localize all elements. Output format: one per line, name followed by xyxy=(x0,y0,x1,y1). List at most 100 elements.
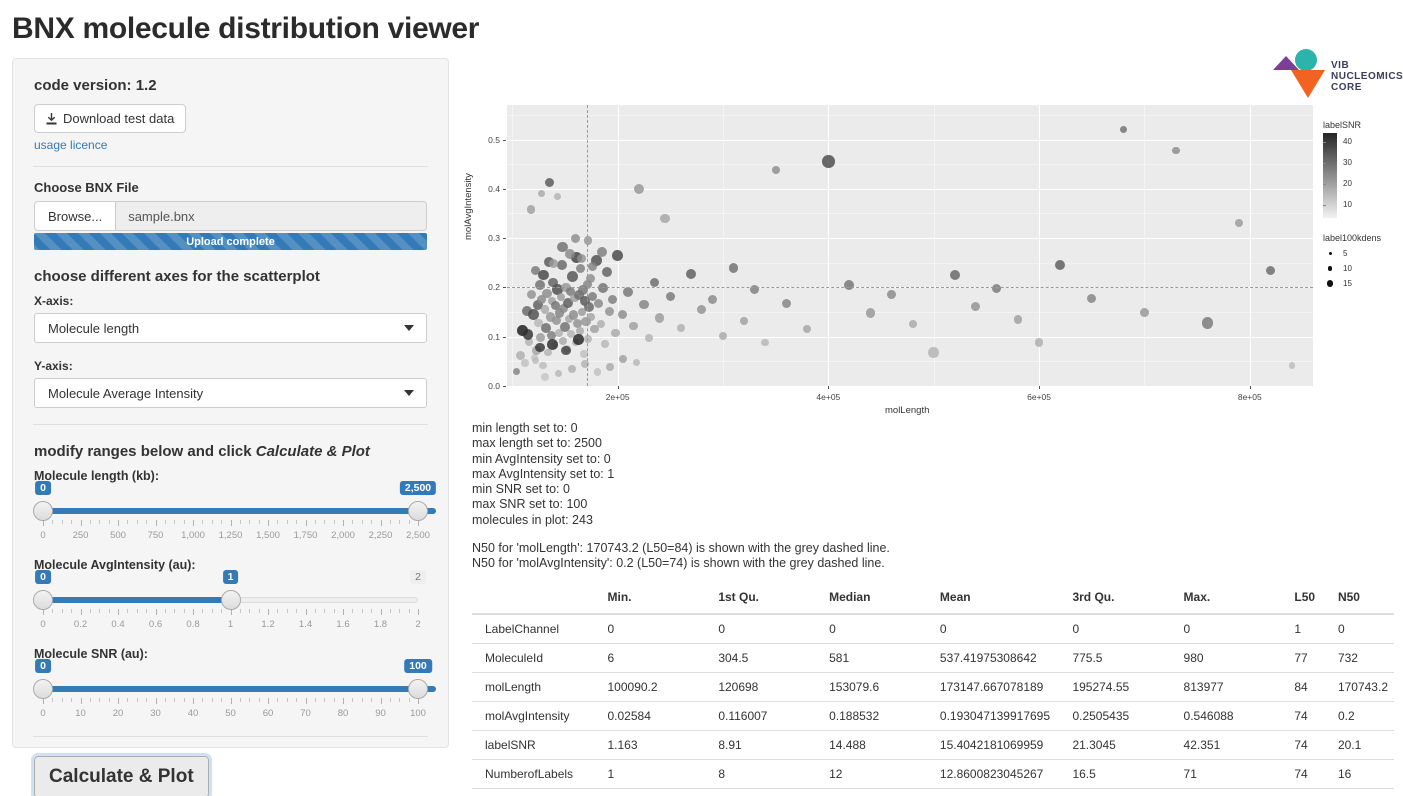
y-tick-mark xyxy=(503,386,506,387)
slider-fill xyxy=(43,597,240,603)
table-cell: 732 xyxy=(1331,643,1394,673)
slider-tick-label: 500 xyxy=(110,530,126,541)
n50-summary-text: N50 for 'molLength': 170743.2 (L50=84) i… xyxy=(472,541,890,571)
slider-handle-high[interactable] xyxy=(220,590,241,610)
y-tick-label: 0.2 xyxy=(488,282,500,293)
legend-size-row: 15 xyxy=(1323,276,1403,291)
table-cell: 42.351 xyxy=(1177,730,1289,760)
gridline-minor-h xyxy=(507,213,1313,215)
slider-tick-label: 1,250 xyxy=(218,530,243,541)
plot-legend: labelSNR 40 30 20 10 label100kdens 5 10 15 xyxy=(1323,120,1403,291)
table-cell: 0 xyxy=(1177,613,1289,644)
table-cell: 775.5 xyxy=(1066,788,1178,796)
settings-summary-text: min length set to: 0 max length set to: … xyxy=(472,421,615,527)
scatter-point xyxy=(1139,307,1149,317)
browse-button[interactable]: Browse... xyxy=(34,201,117,231)
y-axis-label: Y-axis: xyxy=(34,359,73,373)
scatter-point xyxy=(544,178,554,188)
download-test-data-button[interactable]: Download test data xyxy=(34,104,187,133)
legend-gradient-label: 10 xyxy=(1343,200,1352,209)
axes-section-heading: choose different axes for the scatterplo… xyxy=(34,268,320,285)
legend-gradient-label: 40 xyxy=(1343,137,1352,146)
legend-size-row: 5 xyxy=(1323,246,1403,261)
gridline-v xyxy=(1249,105,1251,386)
scatter-point xyxy=(665,291,675,301)
chevron-down-icon xyxy=(404,325,414,331)
slider-track[interactable]: 0 2,500 xyxy=(33,481,437,526)
scatter-point xyxy=(1235,219,1244,228)
scatter-point xyxy=(718,331,728,340)
scatter-point xyxy=(1201,317,1214,329)
x-tick-mark xyxy=(617,386,619,389)
slider-value-bubble-high: 100 xyxy=(404,659,432,673)
scatter-point xyxy=(538,269,550,281)
gridline-minor-h xyxy=(507,164,1313,166)
calculate-and-plot-button[interactable]: Calculate & Plot xyxy=(31,753,212,796)
legend-gradient-label: 30 xyxy=(1343,158,1352,167)
slider-molecule-snr[interactable]: Molecule SNR (au): 0 100 0 10 20 30 40 50 60 70 80 9… xyxy=(33,647,436,722)
slider-tick-label: 80 xyxy=(337,708,349,719)
slider-tick-label: 0.8 xyxy=(186,619,200,630)
divider-2 xyxy=(33,424,428,425)
scatter-point xyxy=(607,294,617,304)
scatter-point xyxy=(521,359,529,367)
table-row-header: labelSNR xyxy=(472,730,602,760)
slider-handle-high[interactable] xyxy=(408,679,428,699)
scatter-point xyxy=(728,262,739,273)
slider-value-bubble-high: 2,500 xyxy=(399,481,437,495)
legend-size-dot xyxy=(1328,252,1332,255)
scatter-point xyxy=(618,309,628,320)
slider-molecule-length[interactable]: Molecule length (kb): 0 2,500 0 250 500 750 1,0… xyxy=(33,469,437,544)
download-icon xyxy=(46,112,57,125)
scatter-point xyxy=(584,302,595,313)
scatter-point xyxy=(536,333,546,343)
scatter-point xyxy=(556,260,567,271)
table-cell: 12 xyxy=(823,759,934,789)
slider-molecule-avgintensity[interactable]: Molecule AvgIntensity (au): 0 1 2 0 0.2 0.4 0.6… xyxy=(33,558,427,633)
logo-line-2: NUCLEOMICS xyxy=(1331,71,1403,82)
table-cell: 0.2505435 xyxy=(1066,701,1178,731)
legend-size-dot xyxy=(1327,266,1333,271)
slider-handle-low[interactable] xyxy=(33,679,53,699)
upload-status-label: Upload complete xyxy=(186,235,275,248)
table-cell: 14.488 xyxy=(823,730,934,760)
table-header-row: Min. 1st Qu. Median Mean 3rd Qu. Max. L50 N50 xyxy=(472,586,1394,615)
slider-handle-low[interactable] xyxy=(33,590,53,610)
y-tick-label: 0.1 xyxy=(488,331,500,342)
scatter-point xyxy=(568,310,578,320)
scatter-point xyxy=(606,363,615,372)
table-row: molAvgIntensity 0.02584 0.116007 0.188532 0.… xyxy=(472,701,1394,731)
scatter-point xyxy=(660,213,670,223)
table-cell: 581 xyxy=(823,788,934,796)
usage-licence-link[interactable]: usage licence xyxy=(34,138,438,152)
scatter-point xyxy=(601,340,609,348)
slider-tick-label: 2,250 xyxy=(368,530,393,541)
legend-size-dot-box xyxy=(1323,280,1337,287)
y-axis-select[interactable]: Molecule Average Intensity xyxy=(34,378,427,408)
slider-tick-label: 60 xyxy=(262,708,274,719)
slider-tick-label: 100 xyxy=(410,708,426,719)
scatter-point xyxy=(865,308,876,318)
scatter-point xyxy=(565,248,576,259)
slider-title: Molecule SNR (au): xyxy=(34,647,148,661)
slider-handle-high[interactable] xyxy=(408,501,428,521)
table-cell: 0 xyxy=(1066,613,1178,644)
table-cell: 74 xyxy=(1288,701,1332,731)
scatter-point xyxy=(573,333,584,345)
slider-track[interactable]: 0 1 2 xyxy=(33,570,427,615)
slider-handle-low[interactable] xyxy=(33,501,53,521)
scatter-point xyxy=(1013,315,1023,324)
scatter-point xyxy=(534,342,545,353)
gridline-v xyxy=(828,105,830,386)
scatter-point xyxy=(584,335,593,344)
table-row: NumberofLabels 1 8 12 12.8600823045267 16.5 71… xyxy=(472,759,1394,789)
table-cell: 980 xyxy=(1177,643,1289,673)
table-body: LabelChannel 0 0 0 0 0 0 1 0 MoleculeId 6 304.5 581 5… xyxy=(472,613,1394,796)
slider-fill xyxy=(43,508,436,514)
table-cell: 8.91 xyxy=(712,730,824,760)
scatter-point xyxy=(887,290,897,300)
scatter-point xyxy=(566,271,578,282)
slider-track[interactable]: 0 100 xyxy=(33,659,436,704)
x-axis-select[interactable]: Molecule length xyxy=(34,313,427,343)
scatter-point xyxy=(553,192,562,200)
